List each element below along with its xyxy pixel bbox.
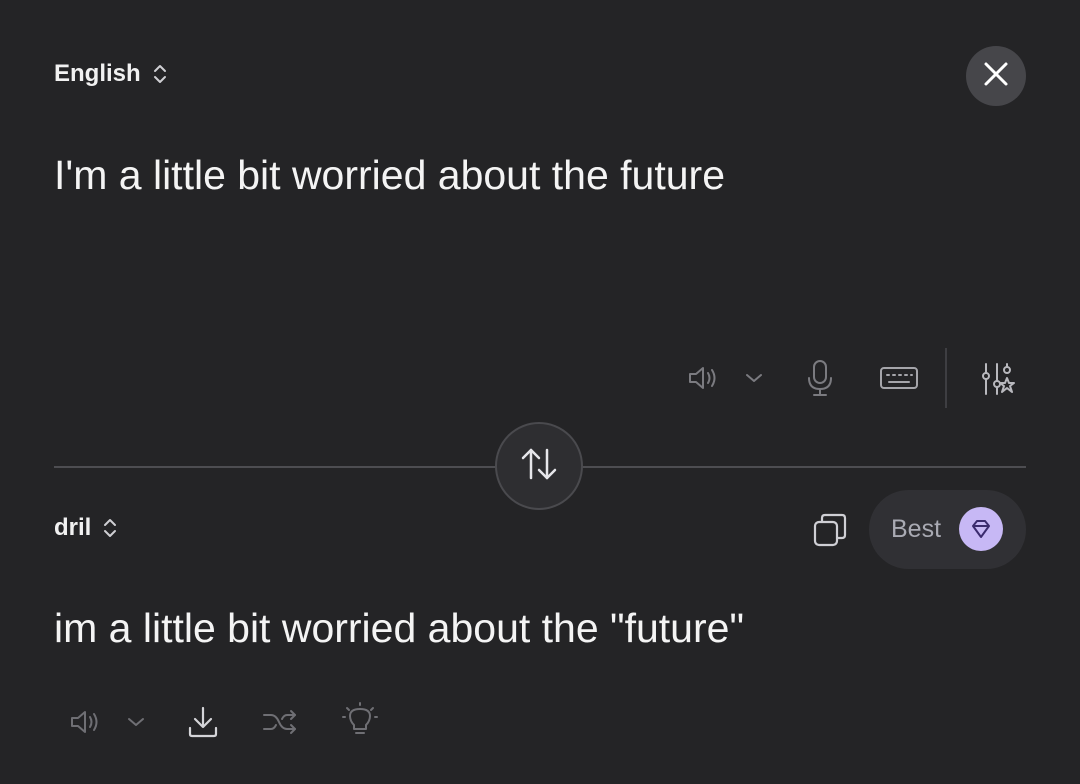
quality-mode-button[interactable]: Best [869, 490, 1026, 569]
translator-panel: English I'm a little bit worried about t… [0, 0, 1080, 784]
toolbar-divider [945, 348, 947, 408]
source-text-input[interactable]: I'm a little bit worried about the futur… [54, 152, 725, 199]
keyboard-icon[interactable] [876, 362, 922, 394]
voice-options-chevron-icon[interactable] [122, 710, 150, 734]
shuffle-icon[interactable] [260, 704, 300, 740]
quality-mode-label: Best [891, 515, 942, 543]
swap-arrows-icon [517, 444, 561, 489]
source-language-selector[interactable]: English [54, 60, 167, 88]
download-icon[interactable] [184, 702, 222, 742]
close-icon [982, 60, 1010, 93]
copy-icon[interactable] [810, 510, 850, 550]
target-language-selector[interactable]: dril [54, 514, 117, 542]
speaker-icon[interactable] [66, 702, 106, 742]
swap-languages-button[interactable] [495, 422, 583, 510]
target-language-label: dril [54, 514, 92, 541]
chevron-updown-icon [153, 62, 167, 86]
lightbulb-icon[interactable] [340, 700, 380, 742]
close-button[interactable] [966, 46, 1026, 106]
translated-text: im a little bit worried about the "futur… [54, 605, 744, 651]
voice-options-chevron-icon[interactable] [740, 366, 768, 390]
gem-icon [959, 507, 1003, 551]
speaker-icon[interactable] [684, 358, 724, 398]
source-language-label: English [54, 60, 141, 87]
sliders-star-icon[interactable] [974, 358, 1018, 400]
chevron-updown-icon [103, 516, 117, 540]
microphone-icon[interactable] [800, 356, 840, 400]
